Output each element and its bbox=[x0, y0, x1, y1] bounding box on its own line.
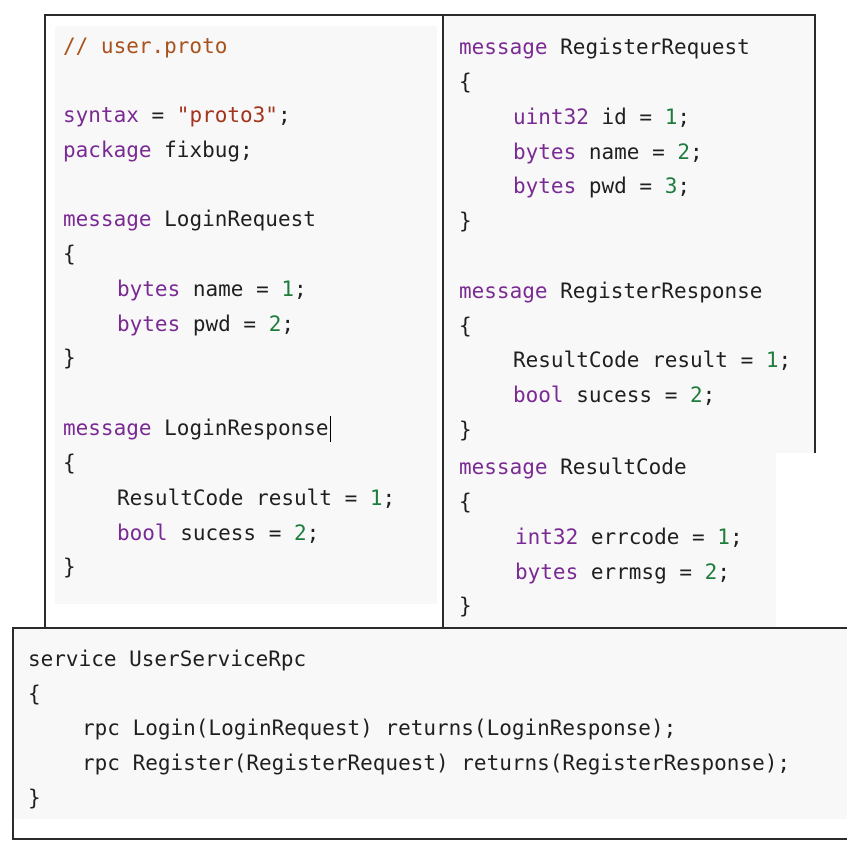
syntax-line: syntax = "proto3"; bbox=[63, 101, 291, 129]
login-request-pwd-field: bytes pwd = 2; bbox=[117, 310, 294, 338]
semicolon: ; bbox=[717, 560, 730, 584]
uint32-keyword: uint32 bbox=[513, 105, 589, 129]
resultcode-decl: message ResultCode bbox=[459, 453, 687, 481]
text-cursor bbox=[329, 416, 331, 442]
resultcode-name: ResultCode bbox=[547, 455, 687, 479]
register-request-name-field: bytes name = 2; bbox=[513, 138, 703, 166]
bytes-keyword: bytes bbox=[513, 140, 577, 164]
close-brace: } bbox=[459, 594, 472, 618]
register-response-name: RegisterResponse bbox=[547, 279, 763, 303]
service-decl: service UserServiceRpc bbox=[28, 647, 307, 671]
field-pwd: pwd = bbox=[180, 312, 269, 336]
bytes-keyword: bytes bbox=[117, 312, 181, 336]
field-number: 2 bbox=[677, 140, 691, 164]
rpc-login-line: rpc Login(LoginRequest) returns(LoginRes… bbox=[82, 716, 677, 740]
bytes-keyword: bytes bbox=[515, 560, 579, 584]
close-brace: } bbox=[28, 786, 41, 810]
package-keyword: package bbox=[63, 138, 152, 162]
resultcode-field: ResultCode result = bbox=[117, 486, 370, 510]
close-brace: } bbox=[63, 555, 76, 579]
semicolon: ; bbox=[306, 521, 320, 545]
message-keyword: message bbox=[459, 455, 548, 479]
field-number: 2 bbox=[294, 521, 307, 545]
id-field: id = bbox=[588, 105, 665, 129]
open-brace: { bbox=[63, 242, 76, 266]
syntax-keyword: syntax bbox=[63, 103, 139, 127]
syntax-equals: = bbox=[138, 103, 177, 127]
semicolon: ; bbox=[729, 525, 743, 549]
semicolon: ; bbox=[677, 174, 691, 198]
bool-keyword: bool bbox=[117, 521, 168, 545]
field-name: name = bbox=[180, 277, 282, 301]
package-name: fixbug; bbox=[151, 138, 253, 162]
register-request-pwd-field: bytes pwd = 3; bbox=[513, 172, 690, 200]
file-comment: // user.proto bbox=[63, 34, 228, 58]
register-request-name: RegisterRequest bbox=[547, 35, 750, 59]
rpc-register-line: rpc Register(RegisterRequest) returns(Re… bbox=[82, 751, 791, 775]
resultcode-field: ResultCode result = bbox=[513, 348, 766, 372]
field-number: 1 bbox=[765, 348, 779, 372]
login-request-decl: message LoginRequest bbox=[63, 205, 316, 233]
field-pwd: pwd = bbox=[576, 174, 665, 198]
login-response-result-field: ResultCode result = 1; bbox=[117, 484, 395, 512]
field-number: 1 bbox=[281, 277, 295, 301]
sucess-field: sucess = bbox=[167, 521, 295, 545]
open-brace: { bbox=[459, 314, 472, 338]
field-number: 3 bbox=[664, 174, 678, 198]
login-response-sucess-field: bool sucess = 2; bbox=[117, 519, 319, 547]
open-brace: { bbox=[459, 70, 472, 94]
open-brace: { bbox=[28, 682, 41, 706]
package-line: package fixbug; bbox=[63, 136, 253, 164]
resultcode-errcode-field: int32 errcode = 1; bbox=[515, 523, 743, 551]
int32-keyword: int32 bbox=[515, 525, 579, 549]
open-brace: { bbox=[63, 451, 76, 475]
field-number: 1 bbox=[369, 486, 383, 510]
syntax-semicolon: ; bbox=[277, 103, 291, 127]
field-number: 2 bbox=[690, 383, 703, 407]
register-response-decl: message RegisterResponse bbox=[459, 277, 762, 305]
open-brace: { bbox=[459, 490, 472, 514]
register-request-decl: message RegisterRequest bbox=[459, 33, 750, 61]
register-response-result-field: ResultCode result = 1; bbox=[513, 346, 791, 374]
message-keyword: message bbox=[63, 416, 152, 440]
login-response-decl: message LoginResponse bbox=[63, 414, 331, 442]
field-number: 2 bbox=[704, 560, 718, 584]
errmsg-field: errmsg = bbox=[578, 560, 705, 584]
close-brace: } bbox=[63, 346, 76, 370]
login-request-name-field: bytes name = 1; bbox=[117, 275, 307, 303]
field-number: 2 bbox=[268, 312, 282, 336]
close-brace: } bbox=[459, 209, 472, 233]
bytes-keyword: bytes bbox=[117, 277, 181, 301]
sucess-field: sucess = bbox=[563, 383, 691, 407]
semicolon: ; bbox=[677, 105, 691, 129]
bytes-keyword: bytes bbox=[513, 174, 577, 198]
right-panel-white-area bbox=[776, 453, 816, 629]
register-response-sucess-field: bool sucess = 2; bbox=[513, 381, 715, 409]
semicolon: ; bbox=[702, 383, 716, 407]
comment-line: // user.proto bbox=[63, 32, 227, 60]
semicolon: ; bbox=[690, 140, 703, 164]
close-brace: } bbox=[459, 418, 472, 442]
message-keyword: message bbox=[63, 207, 152, 231]
message-keyword: message bbox=[459, 279, 548, 303]
semicolon: ; bbox=[281, 312, 295, 336]
errcode-field: errcode = bbox=[578, 525, 718, 549]
resultcode-errmsg-field: bytes errmsg = 2; bbox=[515, 558, 730, 586]
field-number: 1 bbox=[664, 105, 678, 129]
login-request-name: LoginRequest bbox=[151, 207, 316, 231]
semicolon: ; bbox=[294, 277, 307, 301]
bool-keyword: bool bbox=[513, 383, 564, 407]
field-number: 1 bbox=[717, 525, 730, 549]
semicolon: ; bbox=[778, 348, 792, 372]
syntax-value: "proto3" bbox=[176, 103, 278, 127]
login-response-name: LoginResponse bbox=[151, 416, 329, 440]
register-request-id-field: uint32 id = 1; bbox=[513, 103, 690, 131]
message-keyword: message bbox=[459, 35, 548, 59]
field-name: name = bbox=[576, 140, 678, 164]
semicolon: ; bbox=[382, 486, 396, 510]
